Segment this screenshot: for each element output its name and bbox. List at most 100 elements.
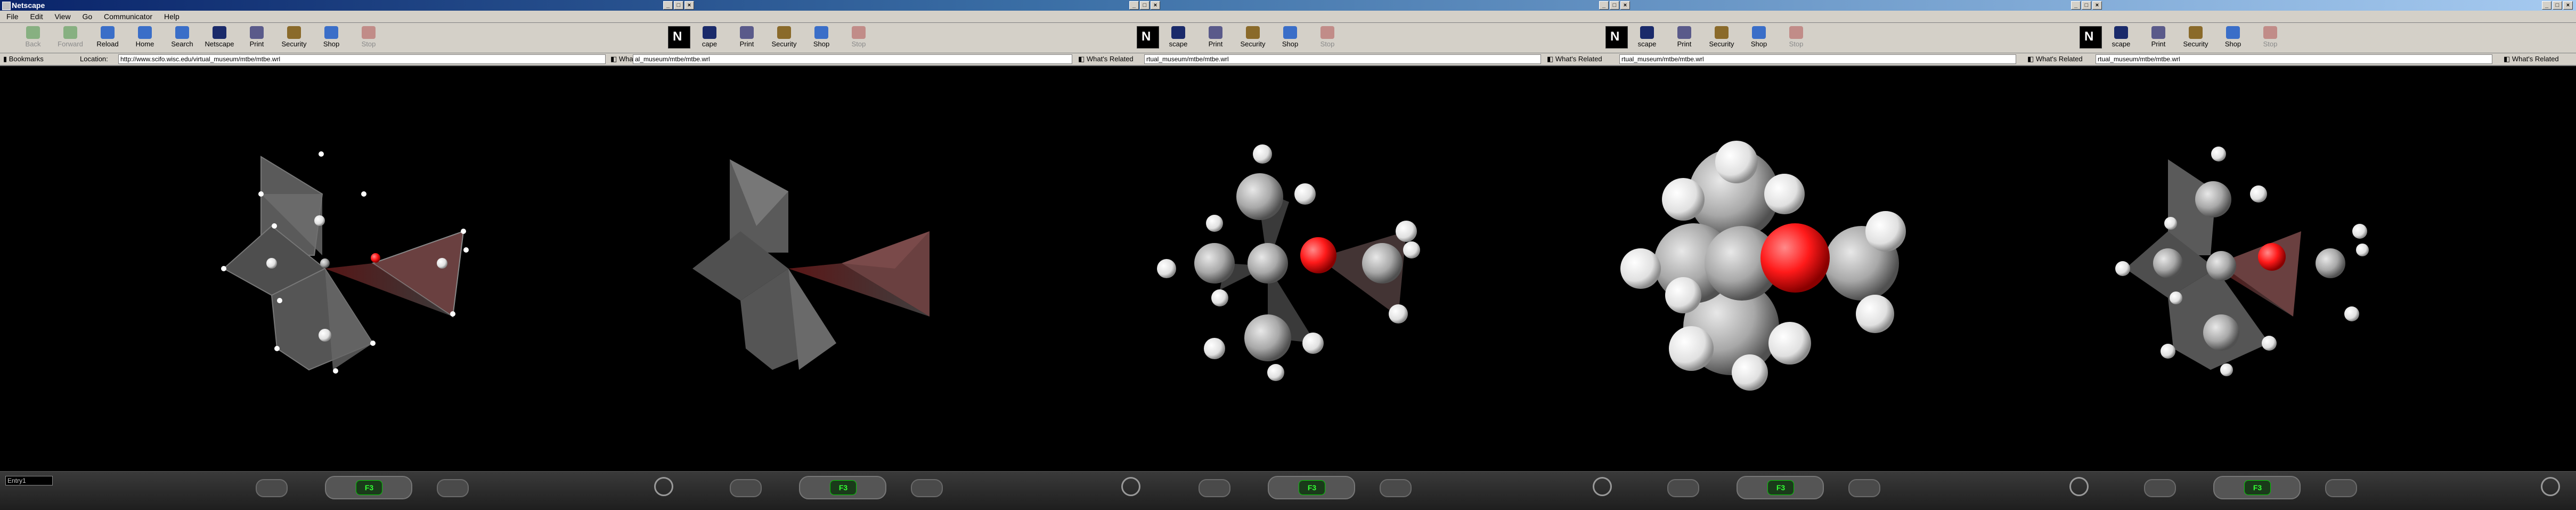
vrml-viewport[interactable]	[0, 66, 2576, 471]
toolbar-button-label: Print	[1677, 40, 1692, 48]
toolbar-button-label: Print	[1208, 40, 1223, 48]
bookmarks-button[interactable]: ▮ Bookmarks	[3, 53, 44, 65]
stop-button[interactable]: Stop	[352, 25, 386, 51]
shop-button[interactable]: Shop	[2216, 25, 2250, 51]
stop-button[interactable]: Stop	[1310, 25, 1344, 51]
whats-related-button-3[interactable]: ◧ What's Related	[1547, 53, 1602, 65]
viewpoint-selector[interactable]: Entry1	[5, 476, 53, 485]
print-button[interactable]: Print	[1667, 25, 1701, 51]
walk-control[interactable]	[730, 479, 762, 497]
shop-button[interactable]: Shop	[1742, 25, 1776, 51]
menu-file[interactable]: File	[6, 12, 19, 21]
pan-control[interactable]	[2325, 479, 2357, 497]
stop-button[interactable]: Stop	[2253, 25, 2287, 51]
maximize-button[interactable]: □	[1610, 1, 1619, 10]
menu-help[interactable]: Help	[164, 12, 180, 21]
stop-button[interactable]: Stop	[842, 25, 876, 51]
search-icon	[175, 26, 189, 39]
shop-button[interactable]: Shop	[1273, 25, 1307, 51]
pan-control[interactable]	[1848, 479, 1880, 497]
pan-control[interactable]	[437, 479, 469, 497]
pan-control[interactable]	[1380, 479, 1412, 497]
print-icon	[1209, 26, 1222, 39]
window-controls-4: _ □ ×	[2070, 1, 2102, 10]
security-button[interactable]: Security	[767, 25, 801, 51]
minimize-button[interactable]: _	[2071, 1, 2081, 10]
forward-button[interactable]: Forward	[53, 25, 87, 51]
scape-button[interactable]: scape	[1161, 25, 1195, 51]
close-button[interactable]: ×	[1620, 1, 1630, 10]
walk-control[interactable]	[1667, 479, 1699, 497]
menu-go[interactable]: Go	[82, 12, 92, 21]
toolbar-button-label: Back	[25, 40, 41, 48]
close-button[interactable]: ×	[2563, 1, 2573, 10]
menu-communicator[interactable]: Communicator	[104, 12, 152, 21]
minimize-button[interactable]: _	[2542, 1, 2551, 10]
netscape-button[interactable]: Netscape	[202, 25, 237, 51]
close-button[interactable]: ×	[2092, 1, 2102, 10]
netscape-icon	[2114, 26, 2128, 39]
minimize-button[interactable]: _	[663, 1, 673, 10]
security-button[interactable]: Security	[2179, 25, 2213, 51]
shop-button[interactable]: Shop	[314, 25, 348, 51]
maximize-button[interactable]: □	[674, 1, 683, 10]
whats-related-button-2[interactable]: ◧ What's Related	[1078, 53, 1134, 65]
maximize-button[interactable]: □	[1140, 1, 1150, 10]
menu-view[interactable]: View	[54, 12, 70, 21]
home-button[interactable]: Home	[128, 25, 162, 51]
title-bar: Netscape _ □ × _ □ × _ □ × _ □ × _ □ ×	[0, 0, 2576, 11]
print-button[interactable]: Print	[1199, 25, 1233, 51]
whats-related-button-5[interactable]: ◧ What's Related	[2504, 53, 2559, 65]
cosmo-logo-icon	[1121, 477, 1140, 496]
print-button[interactable]: Print	[730, 25, 764, 51]
scape-button[interactable]: scape	[1630, 25, 1664, 51]
window-controls-2: _ □ ×	[1128, 1, 1160, 10]
cape-button[interactable]: cape	[692, 25, 727, 51]
stop-icon	[852, 26, 866, 39]
toolbar-button-label: Shop	[2224, 40, 2241, 48]
molecule-view-1	[221, 151, 469, 374]
location-input-1[interactable]: http://www.scifo.wisc.edu/virtual_museum…	[118, 54, 606, 64]
shop-button[interactable]: Shop	[804, 25, 838, 51]
print-button[interactable]: Print	[240, 25, 274, 51]
back-button[interactable]: Back	[16, 25, 50, 51]
print-button[interactable]: Print	[2141, 25, 2175, 51]
stop-button[interactable]: Stop	[1779, 25, 1813, 51]
walk-control[interactable]	[2144, 479, 2176, 497]
location-input-3[interactable]: rtual_museum/mtbe/mtbe.wrl	[1144, 54, 1541, 64]
toolbar-button-label: cape	[702, 40, 718, 48]
reload-button[interactable]: Reload	[91, 25, 125, 51]
nav-dashboard: F3	[1268, 476, 1355, 499]
close-button[interactable]: ×	[1151, 1, 1160, 10]
cosmo-logo-icon	[1593, 477, 1612, 496]
navigation-controls-1: F3	[256, 476, 479, 503]
scape-button[interactable]: scape	[2104, 25, 2138, 51]
location-input-5[interactable]: rtual_museum/mtbe/mtbe.wrl	[2096, 54, 2492, 64]
security-button[interactable]: Security	[1705, 25, 1739, 51]
molecule-view-2	[692, 159, 930, 370]
security-icon	[1246, 26, 1260, 39]
stop-icon	[2263, 26, 2277, 39]
walk-control[interactable]	[1199, 479, 1230, 497]
location-input-2[interactable]: al_museum/mtbe/mtbe.wrl	[633, 54, 1072, 64]
stop-icon	[1789, 26, 1803, 39]
whats-related-button-4[interactable]: ◧ What's Related	[2027, 53, 2083, 65]
toolbar-button-label: scape	[2112, 40, 2131, 48]
pan-control[interactable]	[911, 479, 943, 497]
toolbar-button-label: Security	[2183, 40, 2208, 48]
navigation-toolbar: Back Forward Reload Home Search Netscape Print…	[0, 23, 2576, 53]
walk-control[interactable]	[256, 479, 288, 497]
menu-edit[interactable]: Edit	[30, 12, 43, 21]
maximize-button[interactable]: □	[2553, 1, 2562, 10]
close-button[interactable]: ×	[684, 1, 694, 10]
location-input-4[interactable]: rtual_museum/mtbe/mtbe.wrl	[1619, 54, 2016, 64]
maximize-button[interactable]: □	[2082, 1, 2091, 10]
security-button[interactable]: Security	[277, 25, 311, 51]
security-button[interactable]: Security	[1236, 25, 1270, 51]
minimize-button[interactable]: _	[1129, 1, 1139, 10]
molecule-scene[interactable]	[0, 66, 2576, 471]
minimize-button[interactable]: _	[1599, 1, 1609, 10]
search-button[interactable]: Search	[165, 25, 199, 51]
toolbar-button-label: Print	[249, 40, 264, 48]
toolbar-button-label: Netscape	[205, 40, 234, 48]
